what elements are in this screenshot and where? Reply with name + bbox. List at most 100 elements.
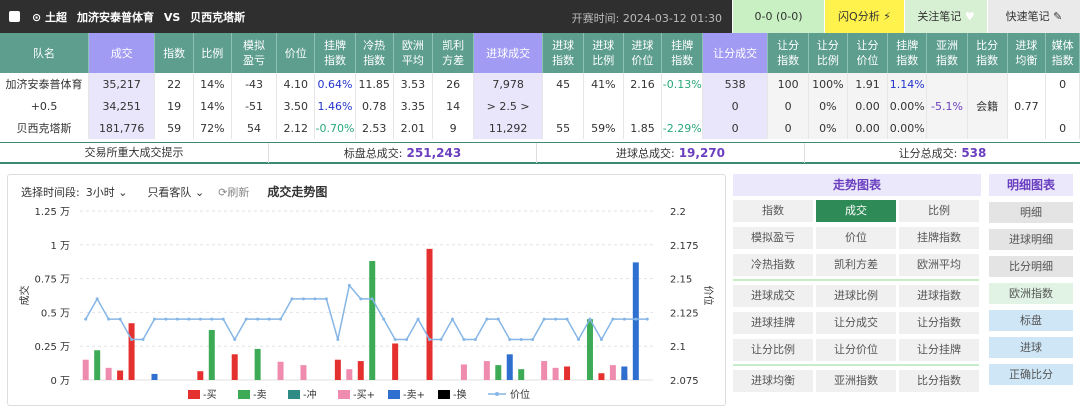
- detail-menu-item[interactable]: 正确比分: [989, 364, 1073, 385]
- table-cell: 2.16: [623, 73, 663, 95]
- price-point: [405, 337, 409, 341]
- col-header[interactable]: 挂牌 指数: [887, 33, 928, 73]
- trend-menu-item[interactable]: 让分比例: [733, 339, 813, 361]
- legend-label: -换: [453, 388, 467, 401]
- table-cell: -5.1%: [926, 95, 968, 117]
- table-cell: 11,292: [473, 117, 544, 139]
- price-point: [141, 337, 145, 341]
- col-header[interactable]: 进球 均衡: [1007, 33, 1047, 73]
- trend-menu-title: 走势图表: [733, 174, 981, 196]
- bar: [495, 365, 502, 380]
- big-trade-hint[interactable]: 交易所重大成交提示: [0, 143, 269, 163]
- legend-label: 价位: [510, 388, 530, 401]
- trend-menu-item[interactable]: 冷热指数: [733, 254, 813, 276]
- bar: [426, 248, 433, 380]
- price-point: [279, 317, 283, 321]
- trend-menu-item[interactable]: 让分价位: [816, 339, 896, 361]
- bar: [586, 319, 593, 380]
- price-point: [450, 317, 454, 321]
- trend-menu-item[interactable]: 让分挂牌: [899, 339, 979, 361]
- chart-panel: 选择时间段: 3小时 ⌄ 只看客队 ⌄ ⟳刷新 成交走势图 0 万 0.25 万0…: [7, 174, 726, 406]
- col-header[interactable]: 媒体 指数: [1045, 33, 1080, 73]
- trend-menu-item[interactable]: 凯利方差: [816, 254, 896, 276]
- col-header[interactable]: 队名: [0, 33, 90, 73]
- table-cell: 181,776: [88, 117, 156, 139]
- price-point: [324, 297, 328, 301]
- y2-tick-label: 2.175: [670, 241, 699, 252]
- detail-menu-item[interactable]: 进球: [989, 337, 1073, 358]
- col-header[interactable]: 让分 比例: [808, 33, 848, 73]
- table-cell: [926, 117, 968, 139]
- detail-menu-item[interactable]: 标盘: [989, 310, 1073, 331]
- trend-menu-item[interactable]: 进球挂牌: [733, 312, 813, 334]
- col-header[interactable]: 凯利 方差: [432, 33, 474, 73]
- col-header[interactable]: 让分 价位: [847, 33, 889, 73]
- col-header[interactable]: 欧洲 平均: [393, 33, 434, 73]
- col-header[interactable]: 挂牌 指数: [661, 33, 704, 73]
- col-header[interactable]: 比例: [193, 33, 232, 73]
- col-header[interactable]: 进球成交: [473, 33, 544, 73]
- trend-menu-item[interactable]: 让分指数: [899, 312, 979, 334]
- trend-menu-item[interactable]: 让分成交: [816, 312, 896, 334]
- trend-menu-item[interactable]: 价位: [816, 227, 896, 249]
- table-cell: 34,251: [88, 95, 156, 117]
- col-header[interactable]: 冷热 指数: [355, 33, 394, 73]
- trend-menu-item[interactable]: 欧洲平均: [899, 254, 979, 276]
- trend-menu-item[interactable]: 模拟盈亏: [733, 227, 813, 249]
- trend-menu-item[interactable]: 进球指数: [899, 285, 979, 307]
- trend-menu-item[interactable]: 进球成交: [733, 285, 813, 307]
- trend-menu-item[interactable]: 亚洲指数: [816, 370, 896, 392]
- table-cell: 0.00%: [887, 95, 928, 117]
- goal-trade: 进球总成交: 19,270: [537, 143, 805, 163]
- price-point: [531, 337, 535, 341]
- price-point: [301, 297, 305, 301]
- trend-menu-item[interactable]: 指数: [733, 200, 813, 222]
- table-cell: [623, 95, 663, 117]
- col-header[interactable]: 进球 比例: [583, 33, 624, 73]
- col-header[interactable]: 模拟 盈亏: [231, 33, 278, 73]
- table-cell: 22: [154, 73, 194, 95]
- table-cell: 54: [231, 117, 278, 139]
- bar: [552, 367, 559, 380]
- trend-menu-item[interactable]: 比例: [899, 200, 979, 222]
- detail-menu-item[interactable]: 比分明细: [989, 256, 1073, 277]
- table-header: 队名 成交 指数 比例 模拟 盈亏 价位 挂牌 指数 冷热 指数 欧洲 平均 凯利 方差 进球成交 进球 指数 进球…: [0, 33, 1080, 73]
- y2-tick-label: 2.075: [670, 376, 699, 387]
- col-header[interactable]: 让分成交: [702, 33, 769, 73]
- table-cell: 0: [702, 117, 769, 139]
- trend-menu-item[interactable]: 进球均衡: [733, 370, 813, 392]
- quick-note-button[interactable]: 快速笔记 ✎: [987, 0, 1080, 33]
- detail-menu-item[interactable]: 明细: [989, 202, 1073, 223]
- table-cell: -2.29%: [661, 117, 704, 139]
- detail-menu-item[interactable]: 欧洲指数: [989, 283, 1073, 304]
- heart-icon: ♥: [964, 10, 975, 23]
- table-cell: 0.78: [355, 95, 394, 117]
- col-header[interactable]: 挂牌 指数: [314, 33, 356, 73]
- trade-trend-chart: 0 万 0.25 万 0.5 万 0.75 万 1 万 1.25 万 2.075 2.1 2.1…: [18, 207, 715, 401]
- table-cell: 59: [154, 117, 194, 139]
- detail-menu-title: 明细图表: [989, 174, 1073, 196]
- select-checkbox[interactable]: [9, 11, 20, 22]
- trend-menu-item[interactable]: 进球比例: [816, 285, 896, 307]
- col-header[interactable]: 指数: [154, 33, 194, 73]
- bar: [392, 343, 399, 380]
- table-cell: 0: [767, 117, 809, 139]
- edit-icon: ✎: [1053, 10, 1063, 23]
- col-header[interactable]: 价位: [276, 33, 316, 73]
- col-header[interactable]: 进球 指数: [542, 33, 584, 73]
- col-header[interactable]: 比分 指数: [967, 33, 1008, 73]
- trend-menu-item[interactable]: 挂牌指数: [899, 227, 979, 249]
- table-cell: 72%: [193, 117, 232, 139]
- flash-analysis-button[interactable]: 闪Q分析 ⚡: [824, 0, 904, 33]
- follow-note-button[interactable]: 关注笔记 ♥: [904, 0, 987, 33]
- col-header[interactable]: 进球 价位: [623, 33, 663, 73]
- bar: [541, 361, 548, 380]
- col-header[interactable]: 让分 指数: [767, 33, 809, 73]
- price-line: [85, 283, 648, 341]
- col-header[interactable]: 成交: [88, 33, 156, 73]
- table-cell: +0.5: [0, 95, 90, 117]
- trend-menu-item[interactable]: 成交: [816, 200, 896, 222]
- col-header[interactable]: 亚洲 指数: [926, 33, 968, 73]
- detail-menu-item[interactable]: 进球明细: [989, 229, 1073, 250]
- trend-menu-item[interactable]: 比分指数: [899, 370, 979, 392]
